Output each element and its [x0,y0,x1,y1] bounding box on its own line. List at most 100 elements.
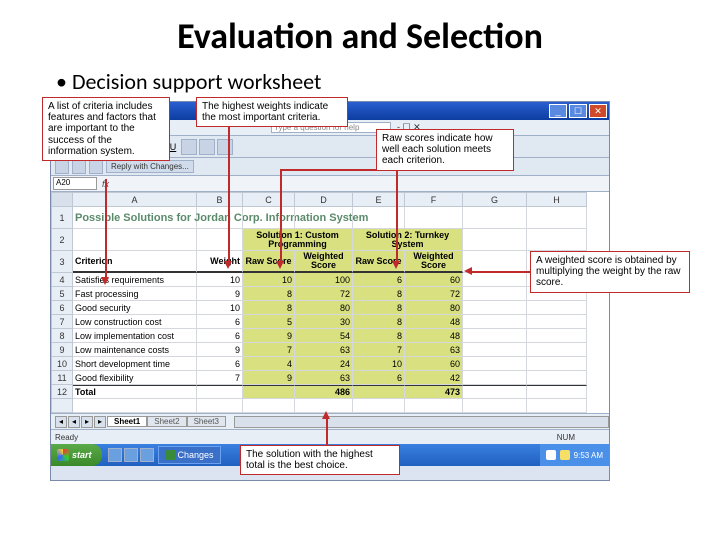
review-icon3[interactable] [89,160,103,174]
raw-score-header-1[interactable]: Raw Score [243,251,295,273]
cell[interactable] [527,371,587,385]
cell[interactable] [353,385,405,399]
raw-score-cell[interactable]: 9 [243,371,295,385]
cell[interactable] [463,385,527,399]
tab-nav-last[interactable]: ▸ [94,416,106,428]
criterion-header[interactable]: Criterion [73,251,197,273]
raw-score-cell[interactable]: 8 [353,315,405,329]
criterion-cell[interactable]: Fast processing [73,287,197,301]
raw-score-cell[interactable]: 10 [353,357,405,371]
cell[interactable] [295,207,353,229]
ql-icon[interactable] [124,448,138,462]
row-header[interactable]: 2 [51,229,73,251]
weighted-score-cell[interactable]: 54 [295,329,353,343]
tab-nav-first[interactable]: ◂ [55,416,67,428]
horizontal-scrollbar[interactable] [234,416,609,428]
raw-score-cell[interactable]: 8 [353,329,405,343]
cell[interactable] [463,251,527,273]
weighted-score-cell[interactable]: 63 [405,343,463,357]
criterion-cell[interactable]: Low construction cost [73,315,197,329]
row-header[interactable]: 11 [51,371,73,385]
solution2-header[interactable]: Solution 2: Turnkey System [353,229,463,251]
ql-icon[interactable] [108,448,122,462]
cell[interactable] [73,399,197,413]
weight-cell[interactable]: 6 [197,357,243,371]
raw-score-cell[interactable]: 8 [243,301,295,315]
row-header[interactable]: 6 [51,301,73,315]
cell[interactable] [405,207,463,229]
raw-score-cell[interactable]: 7 [353,343,405,357]
cell[interactable] [353,399,405,413]
weight-cell[interactable]: 6 [197,329,243,343]
weighted-score-cell[interactable]: 60 [405,273,463,287]
col-header-f[interactable]: F [405,192,463,207]
cell[interactable] [527,329,587,343]
cell[interactable] [463,315,527,329]
total-solution2[interactable]: 473 [405,385,463,399]
row-header[interactable]: 7 [51,315,73,329]
cell[interactable] [243,385,295,399]
weighted-score-cell[interactable]: 72 [405,287,463,301]
cell[interactable] [463,287,527,301]
tab-nav-next[interactable]: ▸ [81,416,93,428]
row-header[interactable]: 8 [51,329,73,343]
row-header[interactable]: 10 [51,357,73,371]
weight-cell[interactable]: 6 [197,315,243,329]
row-header[interactable]: 4 [51,273,73,287]
row-header[interactable]: 9 [51,343,73,357]
weighted-score-cell[interactable]: 48 [405,315,463,329]
cell[interactable] [527,207,587,229]
tab-sheet3[interactable]: Sheet3 [187,416,226,427]
start-button[interactable]: start [51,444,102,466]
weighted-score-header-1[interactable]: Weighted Score [295,251,353,273]
review-icon2[interactable] [72,160,86,174]
align-left-icon[interactable] [181,139,197,155]
row-header[interactable]: 1 [51,207,73,229]
cell[interactable] [527,301,587,315]
row-header[interactable]: 3 [51,251,73,273]
criterion-cell[interactable]: Low implementation cost [73,329,197,343]
weighted-score-cell[interactable]: 80 [405,301,463,315]
row-header[interactable]: 12 [51,385,73,399]
row-header[interactable] [51,399,73,413]
col-header-h[interactable]: H [527,192,587,207]
col-header-b[interactable]: B [197,192,243,207]
criterion-cell[interactable]: Short development time [73,357,197,371]
raw-score-cell[interactable]: 8 [243,287,295,301]
cell[interactable] [463,273,527,287]
criterion-cell[interactable]: Low maintenance costs [73,343,197,357]
raw-score-cell[interactable]: 6 [353,371,405,385]
weighted-score-header-2[interactable]: Weighted Score [405,251,463,273]
review-icon[interactable] [55,160,69,174]
solution1-header[interactable]: Solution 1: Custom Programming [243,229,353,251]
clock[interactable]: 9:53 AM [574,451,603,460]
cell[interactable] [527,385,587,399]
align-right-icon[interactable] [217,139,233,155]
raw-score-cell[interactable]: 8 [353,301,405,315]
weighted-score-cell[interactable]: 42 [405,371,463,385]
cell[interactable] [197,207,243,229]
select-all-corner[interactable] [51,192,73,207]
name-box[interactable]: A20 [53,177,97,190]
col-header-d[interactable]: D [295,192,353,207]
minimize-button[interactable]: _ [549,104,567,118]
raw-score-cell[interactable]: 9 [243,329,295,343]
weight-cell[interactable]: 9 [197,343,243,357]
cell[interactable] [527,315,587,329]
raw-score-cell[interactable]: 7 [243,343,295,357]
cell[interactable] [73,229,197,251]
weight-header[interactable]: Weight [197,251,243,273]
cell[interactable] [463,399,527,413]
weighted-score-cell[interactable]: 80 [295,301,353,315]
ql-icon[interactable] [140,448,154,462]
close-button[interactable]: ✕ [589,104,607,118]
raw-score-cell[interactable]: 10 [243,273,295,287]
cell[interactable] [197,385,243,399]
weight-cell[interactable]: 7 [197,371,243,385]
weighted-score-cell[interactable]: 48 [405,329,463,343]
total-label[interactable]: Total [73,385,197,399]
criterion-cell[interactable]: Satisfies requirements [73,273,197,287]
cell[interactable] [463,357,527,371]
align-center-icon[interactable] [199,139,215,155]
col-header-a[interactable]: A [73,192,197,207]
